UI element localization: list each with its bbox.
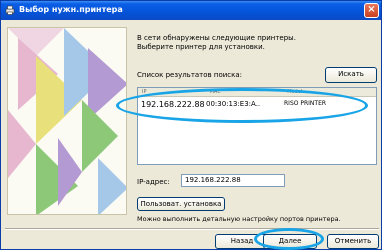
instruction-text: В сети обнаружены следующие принтеры. Вы… [137, 34, 296, 52]
window-title: Выбор нужн.принтера [19, 5, 123, 14]
custom-install-button[interactable]: Пользоват. установка [137, 197, 225, 211]
instruction-line-2: Выберите принтер для установки. [137, 43, 265, 51]
cancel-button[interactable]: Отменить [327, 234, 379, 249]
printer-model: RISO PRINTER [284, 100, 327, 107]
printer-row[interactable]: 192.168.222.88 00:30:13:E3:A.. RISO PRIN… [138, 98, 376, 112]
footer-divider [5, 228, 379, 230]
search-results-label: Список результатов поиска: [137, 71, 243, 79]
decorative-art-panel [7, 27, 127, 215]
close-icon: × [367, 4, 376, 15]
column-header-model[interactable]: Model [287, 88, 302, 96]
back-button[interactable]: Назад [215, 234, 269, 249]
diamond-pattern-image [8, 28, 126, 214]
column-header-ip[interactable]: IP [142, 88, 208, 96]
printer-list[interactable]: IP MAC Model 192.168.222.88 00:30:13:E3:… [137, 87, 377, 165]
port-settings-hint: Можно выполнить детальную настройку порт… [137, 215, 341, 223]
printer-selection-dialog: Выбор нужн.принтера × В сети обнаружены … [0, 0, 382, 250]
close-button[interactable]: × [364, 3, 379, 18]
search-button[interactable]: Искать [325, 67, 377, 83]
next-button[interactable]: Далее [263, 234, 317, 249]
ip-address-input[interactable]: 192.168.222.88 [181, 174, 285, 187]
printer-ip: 192.168.222.88 [141, 100, 205, 109]
instruction-line-1: В сети обнаружены следующие принтеры. [137, 34, 296, 42]
printer-icon [5, 5, 15, 15]
ip-address-label: IP-адрес: [137, 178, 170, 186]
column-header-mac[interactable]: MAC [210, 88, 286, 96]
title-bar[interactable]: Выбор нужн.принтера × [1, 1, 381, 20]
list-header: IP MAC Model [138, 88, 376, 97]
printer-mac: 00:30:13:E3:A.. [206, 100, 261, 108]
